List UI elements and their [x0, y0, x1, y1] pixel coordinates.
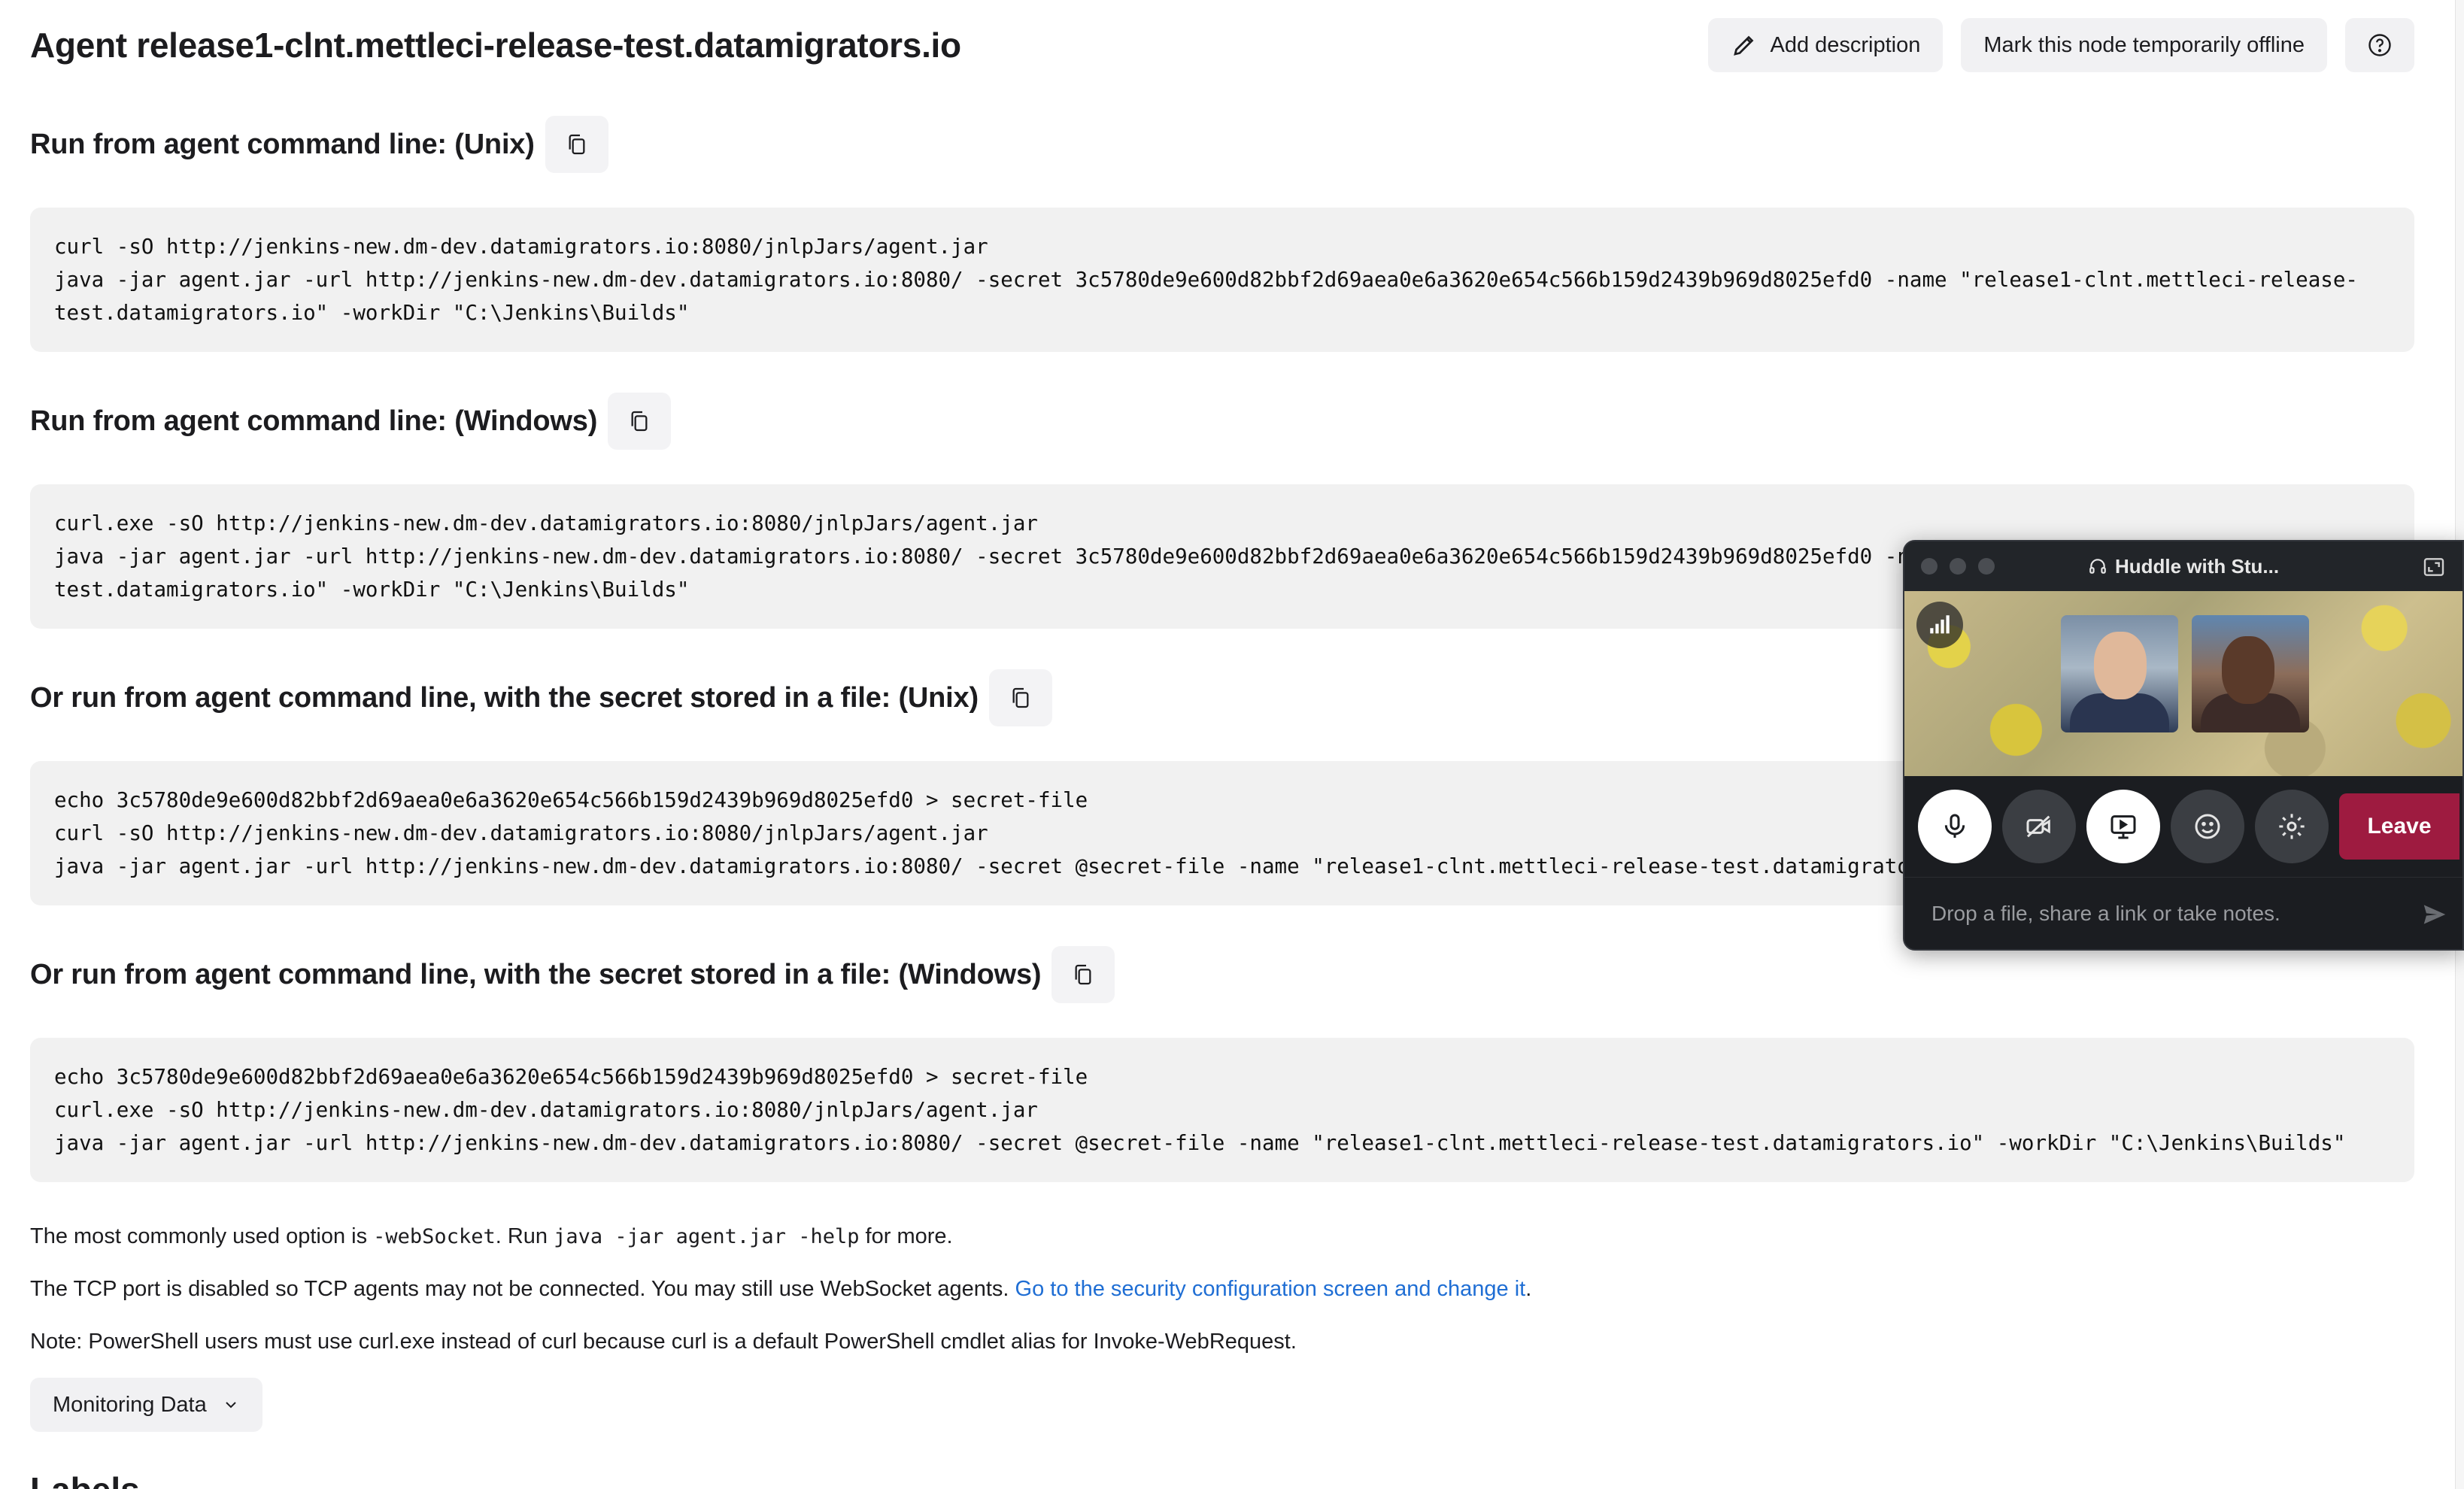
participant-avatar[interactable] [2192, 615, 2309, 732]
screen-share-button[interactable] [2086, 790, 2160, 863]
copy-button[interactable] [988, 669, 1052, 726]
websocket-note: The most commonly used option is -webSoc… [30, 1224, 953, 1248]
copy-icon [569, 134, 585, 155]
copy-icon [1075, 964, 1091, 985]
copy-button[interactable] [545, 116, 608, 173]
copy-icon [631, 411, 648, 432]
page-title: Agent release1-clnt.mettleci-release-tes… [30, 26, 961, 65]
add-description-button[interactable]: Add description [1708, 18, 1944, 72]
video-off-button[interactable] [2002, 790, 2076, 863]
expand-icon[interactable] [2422, 555, 2446, 579]
monitoring-data-label: Monitoring Data [53, 1392, 207, 1417]
settings-button[interactable] [2255, 790, 2329, 863]
headphones-icon [2089, 559, 2106, 574]
add-description-label: Add description [1770, 32, 1921, 57]
monitoring-data-button[interactable]: Monitoring Data [30, 1378, 262, 1432]
security-config-link[interactable]: Go to the security configuration screen … [1015, 1277, 1526, 1301]
copy-icon [1012, 687, 1029, 708]
leave-button[interactable]: Leave [2339, 793, 2459, 860]
huddle-notes-input[interactable]: Drop a file, share a link or take notes. [1904, 877, 2462, 949]
huddle-title: Huddle with Stu... [1904, 555, 2462, 578]
huddle-title-text: Huddle with Stu... [2114, 554, 2280, 578]
huddle-titlebar[interactable]: Huddle with Stu... [1904, 541, 2462, 591]
labels-heading: Labels [30, 1469, 140, 1489]
mark-offline-label: Mark this node temporarily offline [1983, 32, 2305, 57]
screen-share-icon [2110, 815, 2136, 839]
powershell-note: Note: PowerShell users must use curl.exe… [30, 1330, 1297, 1354]
reactions-button[interactable] [2171, 790, 2244, 863]
help-icon [2368, 34, 2391, 56]
copy-button[interactable] [1051, 946, 1115, 1003]
section-title: Run from agent command line: (Unix) [30, 128, 535, 160]
copy-button[interactable] [608, 393, 672, 450]
huddle-video-area [1904, 591, 2462, 776]
help-button[interactable] [2345, 18, 2414, 72]
send-icon[interactable] [2420, 900, 2449, 929]
microphone-icon [1944, 814, 1965, 838]
microphone-button[interactable] [1918, 790, 1992, 863]
huddle-input-placeholder: Drop a file, share a link or take notes. [1931, 901, 2280, 925]
page-header: Agent release1-clnt.mettleci-release-tes… [30, 15, 2414, 75]
header-actions: Add description Mark this node temporari… [1708, 18, 2414, 72]
code-block[interactable]: curl -sO http://jenkins-new.dm-dev.datam… [30, 208, 2414, 352]
section-unix: Run from agent command line: (Unix) curl… [30, 113, 2414, 352]
section-secret-file-windows: Or run from agent command line, with the… [30, 943, 2414, 1182]
chevron-down-icon [226, 1402, 236, 1409]
gear-icon [2279, 814, 2305, 839]
mark-offline-button[interactable]: Mark this node temporarily offline [1961, 18, 2327, 72]
tcp-note: The TCP port is disabled so TCP agents m… [30, 1277, 1532, 1301]
huddle-window[interactable]: Huddle with Stu... Leave Drop a file, sh… [1903, 540, 2464, 951]
signal-strength-icon [1916, 602, 1963, 648]
participant-avatar[interactable] [2061, 615, 2178, 732]
video-off-icon [2026, 815, 2050, 838]
huddle-controls: Leave [1904, 776, 2462, 877]
section-title: Or run from agent command line, with the… [30, 958, 1042, 990]
code-block[interactable]: echo 3c5780de9e600d82bbf2d69aea0e6a3620e… [30, 1038, 2414, 1182]
agent-page: Agent release1-clnt.mettleci-release-tes… [0, 0, 2464, 1489]
emoji-icon [2195, 814, 2220, 839]
pencil-icon [1734, 35, 1754, 56]
section-title: Or run from agent command line, with the… [30, 681, 979, 714]
section-title: Run from agent command line: (Windows) [30, 405, 598, 437]
